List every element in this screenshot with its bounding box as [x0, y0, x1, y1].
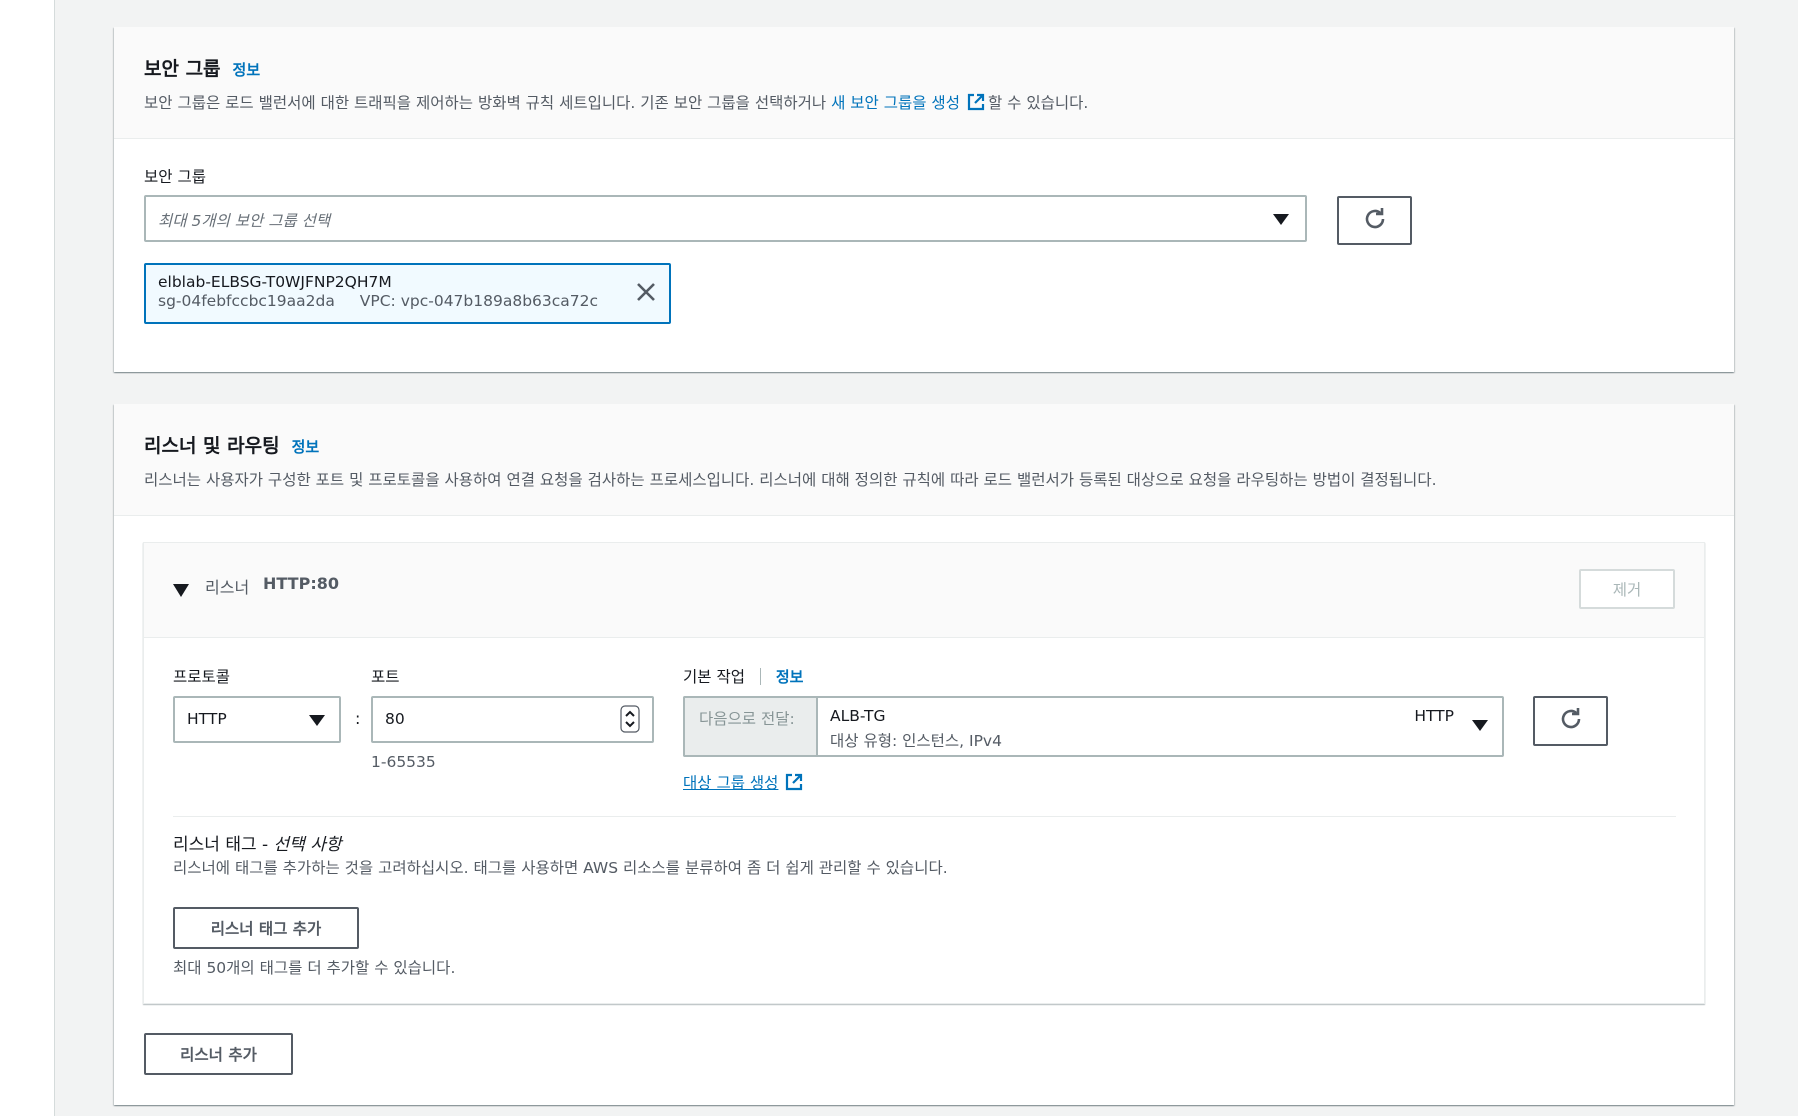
selected-security-group-meta: sg-04febfccbc19aa2da VPC: vpc-047b189a8b…: [158, 292, 657, 310]
protocol-value: HTTP: [187, 710, 227, 728]
listener-tags-title: 리스너 태그 - 선택 사항: [173, 830, 342, 855]
listeners-info-link[interactable]: 정보: [292, 436, 320, 457]
create-target-group-link[interactable]: 대상 그룹 생성: [683, 774, 778, 792]
target-group-type: 대상 유형: 인스턴스, IPv4: [830, 732, 1002, 750]
security-group-field-label: 보안 그룹: [144, 168, 206, 186]
add-listener-tag-button[interactable]: 리스너 태그 추가: [173, 907, 359, 949]
protocol-port-separator: :: [355, 709, 361, 728]
listener-tags-title-text: 리스너 태그 -: [173, 835, 274, 855]
security-group-title: 보안 그룹: [144, 58, 221, 80]
refresh-security-groups-button[interactable]: [1337, 196, 1412, 245]
protocol-label: 프로토콜: [173, 668, 231, 686]
selected-security-group-id: sg-04febfccbc19aa2da: [158, 292, 335, 310]
forward-prefix-text: 다음으로 전달:: [699, 710, 795, 728]
stepper-icon[interactable]: [620, 705, 640, 737]
security-group-header: 보안 그룹 정보 보안 그룹은 로드 밸런서에 대한 트래픽을 제어하는 방화벽…: [114, 27, 1734, 139]
refresh-icon: [1557, 705, 1585, 737]
protocol-select[interactable]: HTTP: [173, 696, 341, 743]
caret-down-icon: [1273, 214, 1289, 225]
port-value: 80: [385, 710, 405, 728]
port-label: 포트: [371, 668, 400, 686]
target-group-name: ALB-TG: [830, 707, 886, 725]
listeners-title: 리스너 및 라우팅: [144, 435, 280, 457]
remove-listener-button[interactable]: 제거: [1579, 569, 1675, 609]
caret-down-icon: [309, 715, 325, 726]
refresh-target-groups-button[interactable]: [1533, 696, 1608, 746]
tags-divider: [173, 816, 1676, 817]
selected-security-group-vpc: VPC: vpc-047b189a8b63ca72c: [359, 292, 599, 310]
target-group-protocol: HTTP: [1414, 707, 1454, 725]
listener-label: 리스너: [205, 578, 250, 597]
listener-name: HTTP:80: [263, 574, 339, 593]
selected-security-group-name: elblab-ELBSG-T0WJFNP2QH7M: [158, 273, 392, 291]
default-action-label: 기본 작업 정보: [683, 665, 803, 687]
add-listener-button[interactable]: 리스너 추가: [144, 1033, 293, 1075]
listener-tags-optional: 선택 사항: [273, 835, 342, 855]
security-group-info-link[interactable]: 정보: [233, 59, 261, 80]
listener-tags-description: 리스너에 태그를 추가하는 것을 고려하십시오. 태그를 사용하면 AWS 리소…: [173, 859, 948, 877]
security-group-select[interactable]: 최대 5개의 보안 그룹 선택: [144, 195, 1307, 242]
left-rail: [0, 0, 55, 1116]
external-link-icon: [784, 772, 804, 796]
create-security-group-link[interactable]: 새 보안 그룹을 생성: [831, 94, 960, 112]
listener-card: 리스너 HTTP:80 제거 프로토콜 HTTP : 포트 80 1-65535…: [143, 542, 1705, 1004]
security-group-desc-text: 보안 그룹은 로드 밸런서에 대한 트래픽을 제어하는 방화벽 규칙 세트입니다…: [144, 94, 832, 112]
security-group-desc-after: 할 수 있습니다.: [987, 94, 1089, 112]
external-link-icon: [966, 92, 986, 116]
security-group-description: 보안 그룹은 로드 밸런서에 대한 트래픽을 제어하는 방화벽 규칙 세트입니다…: [144, 91, 1704, 116]
default-action-label-text: 기본 작업: [683, 668, 745, 686]
create-target-group-link-row[interactable]: 대상 그룹 생성: [683, 771, 806, 796]
tag-limit-note: 최대 50개의 태그를 더 추가할 수 있습니다.: [173, 959, 456, 977]
expand-triangle-icon[interactable]: [173, 582, 189, 601]
caret-down-icon: [1472, 720, 1488, 731]
forward-to-prefix: 다음으로 전달:: [683, 696, 816, 757]
refresh-icon: [1361, 205, 1389, 237]
listener-card-header[interactable]: 리스너 HTTP:80 제거: [144, 543, 1704, 638]
port-hint: 1-65535: [371, 753, 436, 771]
selected-security-group-token: elblab-ELBSG-T0WJFNP2QH7M sg-04febfccbc1…: [144, 263, 671, 324]
security-group-panel: 보안 그룹 정보 보안 그룹은 로드 밸런서에 대한 트래픽을 제어하는 방화벽…: [114, 27, 1734, 372]
default-action-info-link[interactable]: 정보: [776, 668, 804, 686]
listeners-description: 리스너는 사용자가 구성한 포트 및 프로토콜을 사용하여 연결 요청을 검사하…: [144, 471, 1437, 489]
listeners-header: 리스너 및 라우팅 정보 리스너는 사용자가 구성한 포트 및 프로토콜을 사용…: [114, 404, 1734, 516]
security-group-select-placeholder: 최대 5개의 보안 그룹 선택: [158, 212, 331, 230]
target-group-select[interactable]: ALB-TG 대상 유형: 인스턴스, IPv4 HTTP: [816, 696, 1504, 757]
close-icon[interactable]: [635, 281, 657, 307]
port-input[interactable]: 80: [371, 696, 654, 743]
listeners-panel: 리스너 및 라우팅 정보 리스너는 사용자가 구성한 포트 및 프로토콜을 사용…: [114, 404, 1734, 1105]
